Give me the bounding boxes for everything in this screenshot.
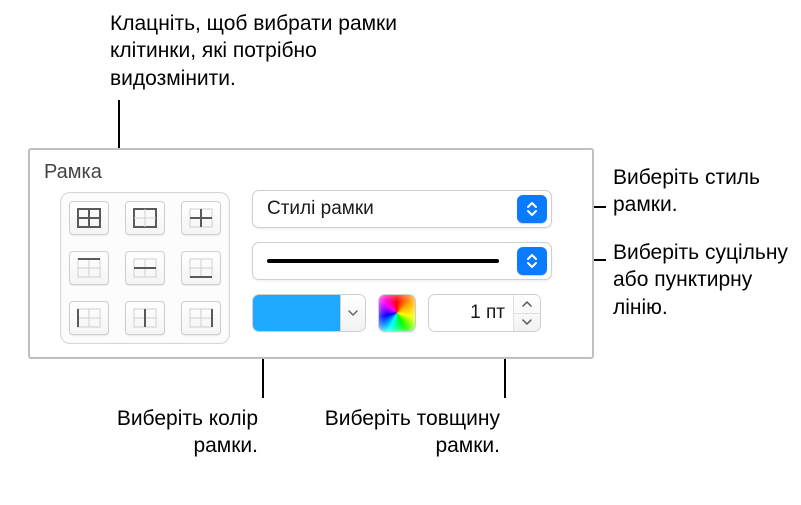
line-style-preview-icon [267, 259, 499, 263]
border-color-swatch [253, 295, 340, 331]
border-inner-button[interactable] [181, 201, 221, 235]
border-color-well[interactable] [252, 294, 366, 332]
border-style-popup[interactable]: Стилі рамки [252, 190, 552, 228]
line-style-chevron-icon [517, 247, 547, 275]
color-thickness-row: 1 пт [252, 294, 541, 332]
border-style-label: Стилі рамки [253, 198, 513, 220]
callout-thickness-text: Виберіть товщину рамки. [314, 405, 500, 460]
stepper-up-icon[interactable] [514, 295, 540, 314]
thickness-stepper-buttons [513, 295, 540, 331]
border-left-button[interactable] [69, 301, 109, 335]
callout-top-text: Клацніть, щоб вибрати рамки клітинки, як… [110, 10, 420, 92]
border-outer-button[interactable] [125, 201, 165, 235]
border-panel: Рамка Стилі [28, 148, 594, 359]
color-picker-button[interactable] [378, 294, 416, 332]
panel-title: Рамка [44, 161, 102, 184]
stepper-down-icon[interactable] [514, 314, 540, 332]
border-top-button[interactable] [69, 251, 109, 285]
border-bottom-button[interactable] [181, 251, 221, 285]
callout-line-text: Виберіть суцільну або пунктирну лінію. [613, 239, 793, 321]
border-right-button[interactable] [181, 301, 221, 335]
border-thickness-stepper[interactable]: 1 пт [428, 294, 541, 332]
border-all-button[interactable] [69, 201, 109, 235]
border-style-chevron-icon [517, 195, 547, 223]
border-horizontal-middle-button[interactable] [125, 251, 165, 285]
border-color-dropdown-icon [340, 295, 365, 331]
border-select-grid [60, 192, 230, 344]
border-thickness-value: 1 пт [429, 295, 513, 331]
callout-style-text: Виберіть стиль рамки. [613, 164, 793, 219]
callout-color-text: Виберіть колір рамки. [86, 405, 258, 460]
line-style-popup[interactable] [252, 242, 552, 280]
border-vertical-middle-button[interactable] [125, 301, 165, 335]
